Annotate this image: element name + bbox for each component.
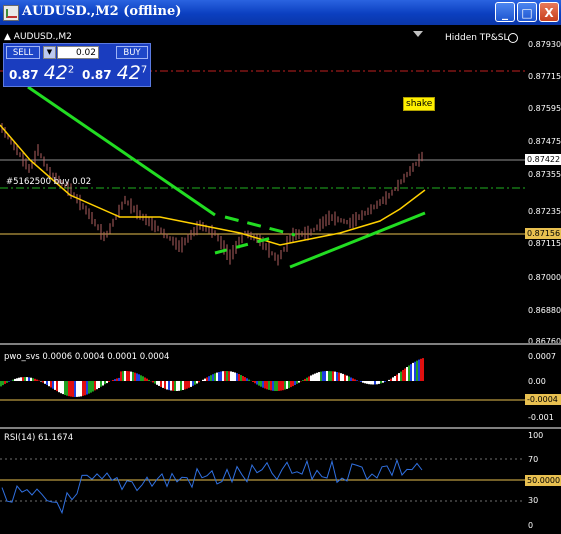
symbol-label: ▲ AUDUSD.,M2 bbox=[4, 32, 72, 42]
rsi-indicator-panel[interactable]: RSI(14) 61.1674 bbox=[0, 429, 525, 534]
buy-price[interactable]: 0.87 427 bbox=[82, 62, 147, 84]
trendline-up bbox=[289, 211, 426, 269]
expert-smiley-icon bbox=[508, 33, 518, 43]
pwo-tick: 0.00 bbox=[528, 377, 546, 386]
price-tick: 0.86880 bbox=[528, 306, 561, 315]
minimize-button[interactable]: _ bbox=[495, 2, 515, 22]
hidden-tpsl-label: Hidden TP&SL bbox=[445, 33, 509, 43]
current-price-tag: 0.87422 bbox=[525, 154, 561, 165]
sell-button[interactable]: SELL bbox=[6, 46, 40, 59]
price-tick: 0.87115 bbox=[528, 239, 561, 248]
rsi-tick: 30 bbox=[528, 496, 539, 505]
main-price-axis: 0.87930 0.87715 0.87595 0.87475 0.87355 … bbox=[525, 25, 561, 346]
price-tick: 0.87715 bbox=[528, 72, 561, 81]
price-tick: 0.87355 bbox=[528, 170, 561, 179]
one-click-trading-panel: SELL ▼ 0.02 BUY 0.87 422 0.87 427 bbox=[3, 43, 151, 87]
pwo-indicator-panel[interactable]: pwo_svs 0.0006 0.0004 0.0001 0.0004 bbox=[0, 345, 525, 427]
chart-window-icon bbox=[3, 5, 19, 21]
rsi-axis: 100 70 50.0000 30 0 bbox=[525, 429, 561, 534]
rsi-label: RSI(14) 61.1674 bbox=[4, 433, 74, 443]
window-title: AUDUSD.,M2 (offline) bbox=[22, 4, 182, 19]
chart-area[interactable]: ▲ AUDUSD.,M2 Hidden TP&SL shake #5162500… bbox=[0, 25, 561, 534]
rsi-indicator-chart bbox=[0, 458, 525, 515]
buy-price-sup: 7 bbox=[140, 64, 148, 76]
price-tick: 0.87235 bbox=[528, 207, 561, 216]
hline-price-tag: 0.87156 bbox=[525, 228, 561, 239]
close-button[interactable]: X bbox=[539, 2, 559, 22]
sell-price-sup: 2 bbox=[67, 64, 75, 76]
pwo-tick: 0.0007 bbox=[528, 352, 556, 361]
sell-price-prefix: 0.87 bbox=[9, 68, 39, 82]
rsi-tick: 100 bbox=[528, 431, 544, 440]
lot-spinner-icon[interactable]: ▼ bbox=[43, 46, 56, 59]
pwo-label: pwo_svs 0.0006 0.0004 0.0001 0.0004 bbox=[4, 352, 170, 362]
rsi-line bbox=[1, 458, 423, 515]
price-tick: 0.87475 bbox=[528, 137, 561, 146]
pwo-axis: 0.0007 0.00 -0.0004 -0.001 bbox=[525, 345, 561, 427]
rsi-tick: 0 bbox=[528, 521, 534, 530]
window-titlebar: AUDUSD.,M2 (offline) _ □ X bbox=[0, 0, 561, 25]
maximize-button[interactable]: □ bbox=[517, 2, 537, 22]
buy-price-big: 42 bbox=[116, 62, 141, 84]
pwo-level-tag: -0.0004 bbox=[525, 394, 561, 405]
pwo-tick: -0.001 bbox=[528, 413, 554, 422]
price-tick: 0.87930 bbox=[528, 40, 561, 49]
price-tick: 0.87000 bbox=[528, 273, 561, 282]
main-price-panel[interactable]: ▲ AUDUSD.,M2 Hidden TP&SL shake #5162500… bbox=[0, 25, 525, 343]
trendline-down bbox=[27, 85, 216, 217]
buy-price-prefix: 0.87 bbox=[82, 68, 112, 82]
shake-label[interactable]: shake bbox=[403, 97, 436, 111]
rsi-tick: 70 bbox=[528, 455, 539, 464]
rsi-level-tag: 50.0000 bbox=[525, 475, 561, 486]
order-label: #5162500 buy 0.02 bbox=[6, 177, 92, 187]
price-tick: 0.87595 bbox=[528, 104, 561, 113]
buy-button[interactable]: BUY bbox=[116, 46, 148, 59]
corner-dropdown-icon[interactable] bbox=[413, 31, 423, 37]
sell-price[interactable]: 0.87 422 bbox=[9, 62, 74, 84]
sell-price-big: 42 bbox=[43, 62, 68, 84]
lot-size-input[interactable]: 0.02 bbox=[57, 46, 99, 59]
